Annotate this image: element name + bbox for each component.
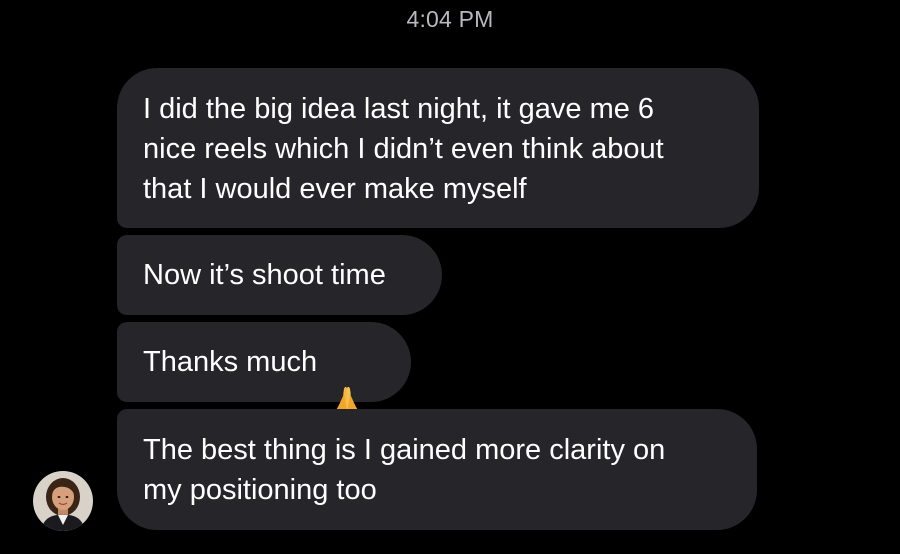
message-text: Now it’s shoot time: [143, 259, 386, 291]
message-text: The best thing is I gained more clarity …: [143, 433, 666, 506]
message-bubble[interactable]: I did the big idea last night, it gave m…: [117, 68, 759, 228]
message-bubble[interactable]: Thanks much: [117, 322, 411, 420]
folded-hands-icon: [327, 342, 367, 420]
message-text: I did the big idea last night, it gave m…: [143, 93, 664, 205]
message-bubble[interactable]: The best thing is I gained more clarity …: [117, 409, 757, 530]
sender-avatar[interactable]: [33, 471, 93, 531]
message-timestamp: 4:04 PM: [406, 6, 494, 32]
message-text: Thanks much: [143, 346, 318, 378]
message-bubble[interactable]: Now it’s shoot time: [117, 235, 442, 315]
